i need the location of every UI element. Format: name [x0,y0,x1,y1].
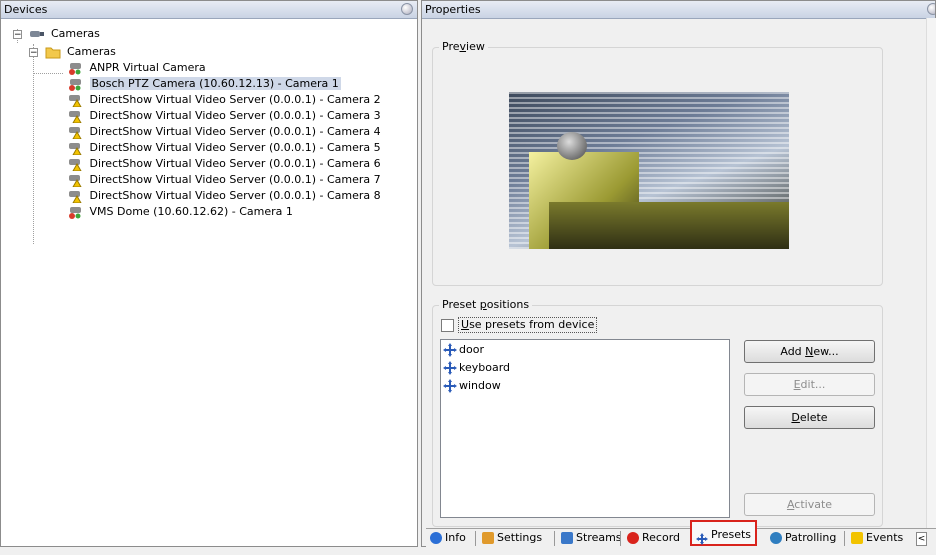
devices-pane-title: Devices [4,3,48,16]
camera-icon [67,205,83,219]
tree-node-cameras-group[interactable]: − Cameras [29,44,116,60]
pin-icon[interactable] [401,3,413,15]
tab-presets[interactable]: Presets [690,520,758,546]
tab-patrolling[interactable]: Patrolling [768,529,836,547]
move-icon [696,529,708,545]
tree-item-camera[interactable]: DirectShow Virtual Video Server (0.0.0.1… [67,188,381,204]
move-icon [443,361,457,375]
properties-pane-header: Properties [422,1,935,19]
tab-info[interactable]: Info [428,529,466,547]
preset-positions-title: Preset positions [439,298,533,311]
info-icon [430,532,442,544]
use-presets-label[interactable]: Use presets from device [458,317,598,333]
tree-item-camera[interactable]: VMS Dome (10.60.12.62) - Camera 1 [67,204,293,220]
streams-icon [561,532,573,544]
tree-item-camera[interactable]: ANPR Virtual Camera [67,60,206,76]
tab-settings[interactable]: Settings [480,529,542,547]
camera-warning-icon [67,189,83,204]
tree-item-camera[interactable]: DirectShow Virtual Video Server (0.0.0.1… [67,108,381,124]
camera-warning-icon [67,173,83,188]
events-icon [851,532,863,544]
tree-node-label: Cameras [67,45,116,58]
record-icon [627,532,639,544]
collapse-icon[interactable]: − [29,47,38,57]
camera-warning-icon [67,157,83,172]
device-tree: − Cameras − Cameras ANPR Virtual Camera … [1,19,417,244]
tree-node-cameras-root[interactable]: − Cameras [13,26,100,42]
devices-pane: Devices − Cameras − Cameras ANPR Virtual… [0,0,418,547]
tree-item-camera[interactable]: DirectShow Virtual Video Server (0.0.0.1… [67,140,381,156]
preview-title: Preview [439,40,488,53]
camera-warning-icon [67,125,83,140]
vertical-scrollbar[interactable] [926,18,936,528]
camera-group-icon [29,27,45,41]
properties-pane-title: Properties [425,3,481,16]
tab-streams[interactable]: Streams [559,529,622,547]
move-icon [443,343,457,357]
settings-icon [482,532,494,544]
devices-pane-header: Devices [1,1,417,19]
patrolling-icon [770,532,782,544]
tree-item-camera[interactable]: DirectShow Virtual Video Server (0.0.0.1… [67,92,381,108]
camera-icon [67,61,83,75]
tab-scroll-left-button[interactable]: < [916,529,934,547]
delete-button[interactable]: Delete [744,406,875,429]
camera-warning-icon [67,109,83,124]
list-item[interactable]: door [443,341,484,359]
tab-record[interactable]: Record [625,529,680,547]
add-new-button[interactable]: Add New... [744,340,875,363]
list-item[interactable]: keyboard [443,359,510,377]
tree-item-camera[interactable]: Bosch PTZ Camera (10.60.12.13) - Camera … [67,76,341,92]
list-item[interactable]: window [443,377,501,395]
edit-button[interactable]: Edit... [744,373,875,396]
camera-warning-icon [67,93,83,108]
folder-icon [45,45,61,59]
tree-item-camera[interactable]: DirectShow Virtual Video Server (0.0.0.1… [67,172,381,188]
tree-item-camera[interactable]: DirectShow Virtual Video Server (0.0.0.1… [67,124,381,140]
use-presets-checkbox[interactable] [441,319,454,332]
preset-list[interactable]: door keyboard window [440,339,730,518]
tab-events[interactable]: Events [849,529,903,547]
camera-preview-image [509,92,789,249]
properties-tabs: Info Settings Streams Record Presets Pat… [426,520,936,548]
chevron-left-icon: < [916,532,927,546]
activate-button[interactable]: Activate [744,493,875,516]
pin-icon[interactable] [927,3,935,15]
camera-icon [67,77,83,91]
tree-node-label: Cameras [51,27,100,40]
collapse-icon[interactable]: − [13,29,22,39]
tree-item-camera[interactable]: DirectShow Virtual Video Server (0.0.0.1… [67,156,381,172]
camera-warning-icon [67,141,83,156]
move-icon [443,379,457,393]
